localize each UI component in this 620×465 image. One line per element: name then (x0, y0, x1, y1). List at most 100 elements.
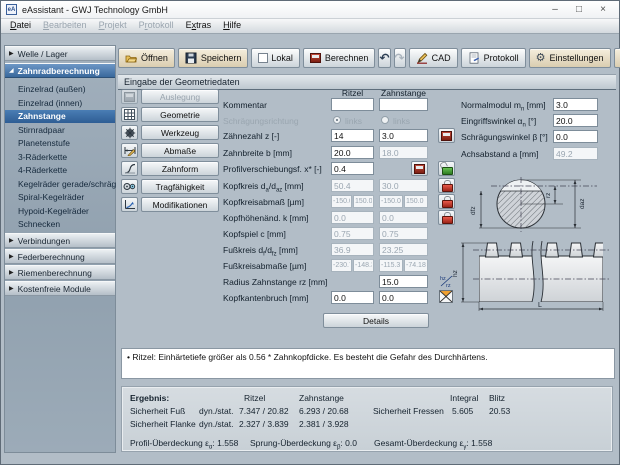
local-checkbox[interactable] (258, 53, 268, 63)
sidebar-section-welle-lager[interactable]: ▶ Welle / Lager (5, 46, 115, 61)
sidebar-section-riemenberechnung[interactable]: ▶ Riemenberechnung (5, 265, 115, 280)
geometrie-icon-button[interactable] (121, 107, 138, 122)
overlap-sprung: Sprung-Überdeckung εβ: 0.0 (250, 438, 357, 451)
minimize-icon[interactable]: – (543, 1, 567, 19)
svg-text:L: L (538, 302, 542, 309)
werkzeug-button[interactable]: Werkzeug (141, 125, 219, 140)
gear-pair-icon (123, 181, 136, 192)
modifikationen-icon-button[interactable] (121, 197, 138, 212)
calculator-icon (441, 131, 452, 141)
sidebar-item-einzelrad-aussen[interactable]: Einzelrad (außen) (5, 83, 115, 96)
tragfaehigkeit-icon-button[interactable] (121, 179, 138, 194)
modifikationen-button[interactable]: Modifikationen (141, 197, 219, 212)
sidebar-section-verbindungen[interactable]: ▶ Verbindungen (5, 233, 115, 248)
svg-text:hz: hz (452, 270, 459, 277)
results-col-ritzel: Ritzel (244, 393, 265, 403)
maximize-icon[interactable]: □ (567, 1, 591, 19)
close-icon[interactable]: × (591, 1, 615, 19)
menu-projekt: Projekt (93, 19, 133, 33)
zahnform-icon-button[interactable] (121, 161, 138, 176)
kommentar-zahnstange-input[interactable] (379, 98, 428, 111)
details-button[interactable]: Details (323, 313, 429, 328)
results-col-zahnstange: Zahnstange (299, 393, 344, 403)
kopfkantenbruch-ritzel-input[interactable] (331, 291, 374, 304)
cad-pencil-icon (416, 52, 428, 64)
protocol-button[interactable]: Protokoll (461, 48, 526, 68)
local-toggle[interactable]: Lokal (251, 48, 300, 68)
kopfspiel-label: Kopfspiel c [mm] (223, 229, 286, 239)
module-sidebar: ▶ Welle / Lager ◢ Zahnradberechnung Einz… (4, 45, 116, 453)
abmasse-icon-button[interactable] (121, 143, 138, 158)
settings-button[interactable]: ⚙ Einstellungen (529, 48, 611, 68)
help-button[interactable]: Hilfe (614, 48, 620, 68)
fusskreisabmasse-ritzel-min-input (331, 259, 352, 272)
zaehnezahl-ritzel-input[interactable] (331, 129, 374, 142)
kopfhoehe-ritzel-input (331, 211, 374, 224)
achsabstand-input (553, 147, 598, 160)
undo-button[interactable]: ↶ (378, 48, 390, 68)
kopfspiel-ritzel-input (331, 227, 374, 240)
unlock-open-icon (441, 163, 452, 174)
sidebar-item-3-raederkette[interactable]: 3-Räderkette (5, 151, 115, 164)
sidebar-item-zahnstange[interactable]: Zahnstange (5, 110, 115, 123)
abmasse-button[interactable]: Abmaße (141, 143, 219, 158)
result-fressen-integral: 5.605 (452, 406, 473, 416)
geometrie-button[interactable]: Geometrie (141, 107, 219, 122)
normalmodul-label: Normalmodul mn [mm] (461, 100, 546, 113)
schraegungswinkel-input[interactable] (553, 130, 598, 143)
sidebar-section-federberechnung[interactable]: ▶ Federberechnung (5, 249, 115, 264)
kopfhoehe-label: Kopfhöhenänd. k [mm] (223, 213, 309, 223)
calculator-icon (414, 164, 425, 174)
kopfkreisabmass-label: Kopfkreisabmaß [µm] (223, 197, 304, 207)
result-value: 7.347 / 20.82 (239, 406, 289, 416)
dimension-icon (124, 145, 136, 156)
sidebar-section-zahnradberechnung[interactable]: ◢ Zahnradberechnung (5, 63, 115, 78)
werkzeug-icon-button[interactable] (121, 125, 138, 140)
rack-diagram: hz L (451, 239, 616, 315)
zaehnezahl-label: Zähnezahl z [-] (223, 131, 279, 141)
eingriffswinkel-input[interactable] (553, 114, 598, 127)
sidebar-item-stirnradpaar[interactable]: Stirnradpaar (5, 124, 115, 137)
sidebar-item-hypoid-kegelraeder[interactable]: Hypoid-Kegelräder (5, 205, 115, 218)
overlap-gesamt: Gesamt-Überdeckung εγ: 1.558 (374, 438, 492, 451)
menu-protokoll: Protokoll (133, 19, 180, 33)
result-value: 2.381 / 3.928 (299, 419, 349, 429)
calculate-button[interactable]: Berechnen (303, 48, 376, 68)
menu-datei[interactable]: Datei (4, 19, 37, 33)
normalmodul-input[interactable] (553, 98, 598, 111)
sidebar-section-kostenfreie-module[interactable]: ▶ Kostenfreie Module (5, 281, 115, 296)
zahnbreite-zahnstange-input (379, 146, 428, 159)
sidebar-item-planetenstufe[interactable]: Planetenstufe (5, 137, 115, 150)
unlock-profilverschiebung-button[interactable] (438, 161, 455, 176)
undo-icon: ↶ (379, 51, 389, 65)
radius-zahnstange-input[interactable] (379, 275, 428, 288)
zahnform-button[interactable]: Zahnform (141, 161, 219, 176)
save-icon (185, 52, 197, 64)
sidebar-item-spiral-kegelraeder[interactable]: Spiral-Kegelräder (5, 191, 115, 204)
radius-zahnstange-label: Radius Zahnstange rz [mm] (223, 277, 327, 287)
zaehnezahl-zahnstange-input[interactable] (379, 129, 428, 142)
results-title: Ergebnis: (130, 393, 169, 403)
menu-hilfe[interactable]: Hilfe (217, 19, 247, 33)
sidebar-item-einzelrad-innen[interactable]: Einzelrad (innen) (5, 97, 115, 110)
fusskreis-ritzel-input (331, 243, 374, 256)
cad-button[interactable]: CAD (409, 48, 458, 68)
warning-text: • Ritzel: Einhärtetiefe größer als 0.56 … (127, 352, 488, 362)
sidebar-item-4-raederkette[interactable]: 4-Räderkette (5, 164, 115, 177)
kopfkantenbruch-zahnstange-input[interactable] (379, 291, 428, 304)
result-value: 2.327 / 3.839 (239, 419, 289, 429)
save-button[interactable]: Speichern (178, 48, 249, 68)
folder-open-icon (125, 53, 137, 64)
open-button[interactable]: Öffnen (118, 48, 175, 68)
profilverschiebung-ritzel-input[interactable] (331, 162, 374, 175)
calc-zaehnezahl-button[interactable] (438, 128, 455, 143)
calc-profilverschiebung-button[interactable] (411, 161, 428, 176)
sidebar-item-kegelraeder[interactable]: Kegelräder gerade/schräg (5, 178, 115, 191)
gear-blank-diagram: dfz rz daz (451, 177, 616, 235)
result-row-mode: dyn./stat. (199, 406, 234, 416)
sidebar-item-schnecken[interactable]: Schnecken (5, 218, 115, 231)
kommentar-ritzel-input[interactable] (331, 98, 374, 111)
tragfaehigkeit-button[interactable]: Tragfähigkeit (141, 179, 219, 194)
zahnbreite-ritzel-input[interactable] (331, 146, 374, 159)
menu-extras[interactable]: Extras (180, 19, 218, 33)
